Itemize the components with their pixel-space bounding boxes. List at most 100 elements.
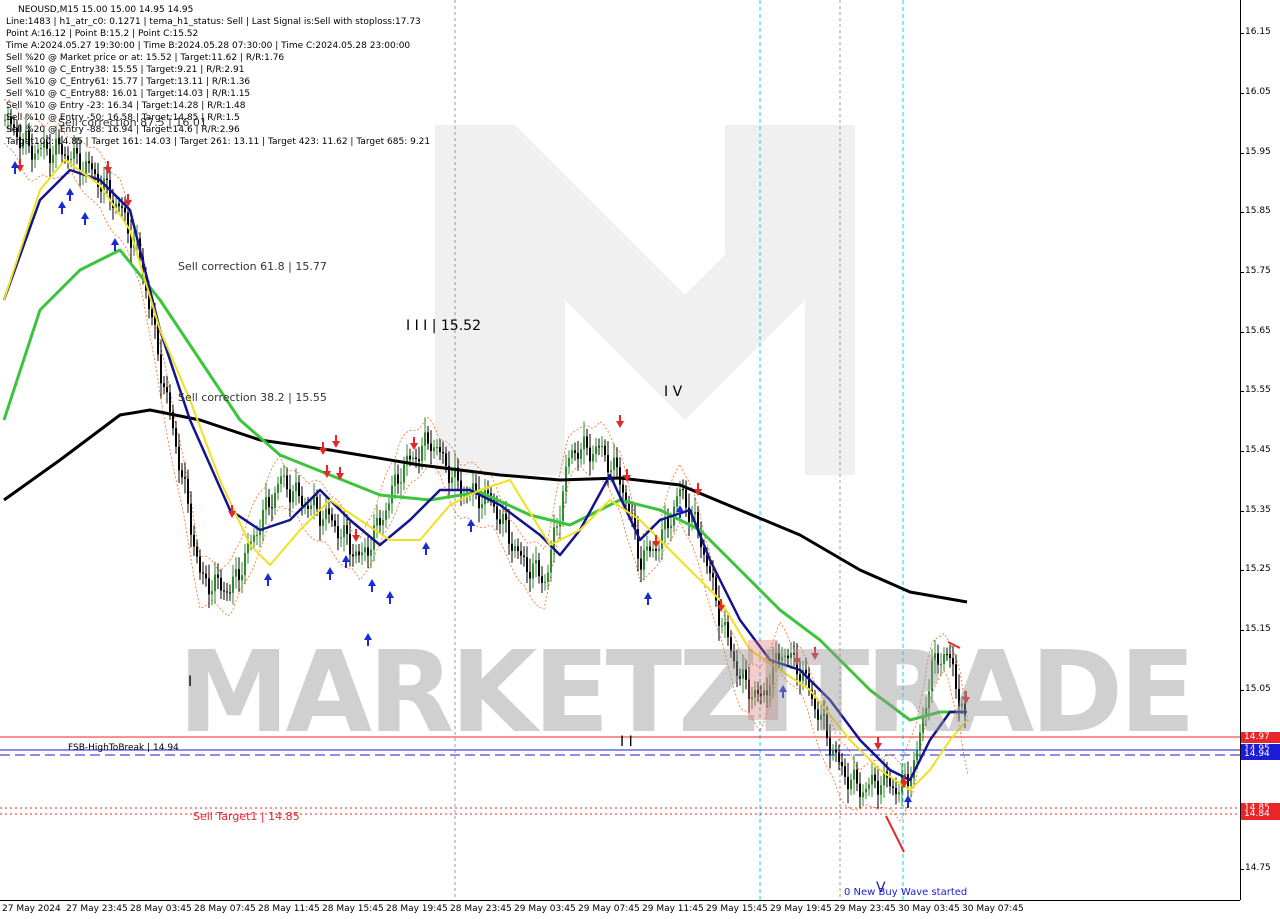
candle-body (646, 546, 648, 551)
time-tick: 29 May 23:45 (834, 904, 896, 914)
candle-body (574, 450, 576, 453)
candle-body (70, 158, 72, 160)
candle-body (208, 578, 210, 595)
candle-body (349, 533, 351, 555)
info-line: Sell %20 @ Market price or at: 15.52 | T… (6, 53, 285, 63)
candle-body (49, 148, 51, 164)
candle-body (178, 446, 180, 471)
time-scale[interactable]: 27 May 2024 27 May 23:45 28 May 03:45 28… (0, 900, 1240, 921)
candle-body (604, 445, 606, 456)
candle-body (343, 525, 345, 538)
candle-body (328, 508, 330, 515)
price-scale[interactable]: 16.15 16.05 15.95 15.85 15.75 15.65 15.5… (1240, 0, 1280, 900)
candle-body (505, 513, 507, 521)
price-tick: 15.05 (1245, 684, 1271, 694)
price-tick-mark (1241, 570, 1244, 571)
sell-arrow-icon (332, 435, 340, 448)
buy-arrow-icon (81, 212, 89, 225)
price-tick: 15.95 (1245, 147, 1271, 157)
candle-body (853, 769, 855, 780)
chart-plot-area[interactable]: MARKETZITRADE NEOUSD,M15 15.00 15.00 14.… (0, 0, 1240, 900)
candle-body (895, 788, 897, 795)
candle-body (310, 505, 312, 509)
info-line: Line:1483 | h1_atr_c0: 0.1271 | tema_h1_… (6, 17, 421, 27)
buy-arrow-icon (58, 201, 66, 214)
candle-body (451, 477, 453, 483)
candle-body (163, 383, 165, 388)
candle-body (622, 484, 624, 493)
time-tick: 28 May 19:45 (386, 904, 448, 914)
candle-body (655, 548, 657, 551)
candle-body (379, 518, 381, 526)
candle-body (475, 483, 477, 491)
candle-body (394, 474, 396, 486)
sell-arrow-icon (410, 437, 418, 450)
candle-body (76, 147, 78, 154)
candle-body (376, 518, 378, 526)
buy-arrow-icon (111, 238, 119, 251)
candle-body (385, 510, 387, 520)
candle-body (292, 491, 294, 503)
candle-body (421, 445, 423, 462)
candle-body (88, 161, 90, 164)
candle-body (202, 572, 204, 574)
sell-arrow-icon (319, 442, 327, 455)
candle-body (382, 519, 384, 526)
price-tick: 16.15 (1245, 27, 1271, 37)
candle-body (307, 505, 309, 509)
candle-body (277, 484, 279, 493)
fsb-high-to-break-label: FSB-HighToBreak | 14.94 (68, 743, 179, 753)
candle-body (487, 490, 489, 494)
candle-body (511, 543, 513, 551)
candle-body (598, 446, 600, 448)
price-tick-mark (1241, 451, 1244, 452)
candle-body (295, 482, 297, 492)
candle-body (364, 547, 366, 553)
candle-body (613, 457, 615, 471)
candle-body (424, 432, 426, 446)
candle-body (481, 504, 483, 509)
candle-body (541, 576, 543, 583)
candle-body (352, 554, 354, 557)
candle-body (64, 154, 66, 156)
candle-body (238, 569, 240, 581)
candle-body (253, 535, 255, 542)
candle-body (433, 447, 435, 452)
candle-body (418, 459, 420, 462)
sell-target-label: Sell Target1 | 14.85 (193, 810, 300, 823)
candle-body (694, 512, 696, 515)
candle-body (94, 169, 96, 174)
candle-body (184, 477, 186, 479)
price-tick-mark (1241, 93, 1244, 94)
candle-body (856, 769, 858, 784)
candle-body (649, 546, 651, 552)
chart-window[interactable]: MARKETZITRADE NEOUSD,M15 15.00 15.00 14.… (0, 0, 1280, 921)
price-tick-mark (1241, 212, 1244, 213)
candle-body (586, 436, 588, 448)
candle-body (439, 447, 441, 453)
buy-arrow-icon (467, 519, 475, 532)
time-tick: 30 May 07:45 (962, 904, 1024, 914)
info-line: Sell %10 @ C_Entry88: 16.01 | Target:14.… (6, 89, 251, 99)
candle-body (340, 537, 342, 539)
candle-body (670, 525, 672, 529)
candle-body (367, 547, 369, 556)
candle-body (562, 491, 564, 521)
candle-body (610, 470, 612, 473)
info-line: Point A:16.12 | Point B:15.2 | Point C:1… (6, 29, 199, 39)
time-tick: 28 May 15:45 (322, 904, 384, 914)
candle-body (241, 575, 243, 581)
price-tick: 15.45 (1245, 445, 1271, 455)
candle-body (652, 548, 654, 552)
candle-body (325, 508, 327, 520)
candle-body (214, 574, 216, 592)
candle-body (712, 573, 714, 578)
candle-body (898, 792, 900, 795)
candle-body (643, 550, 645, 570)
sell-correction-618-label: Sell correction 61.8 | 15.77 (178, 260, 327, 273)
price-tick-mark (1241, 391, 1244, 392)
candle-body (436, 447, 438, 449)
candle-body (415, 457, 417, 460)
price-tick-mark (1241, 153, 1244, 154)
buy-arrow-icon (342, 555, 350, 568)
